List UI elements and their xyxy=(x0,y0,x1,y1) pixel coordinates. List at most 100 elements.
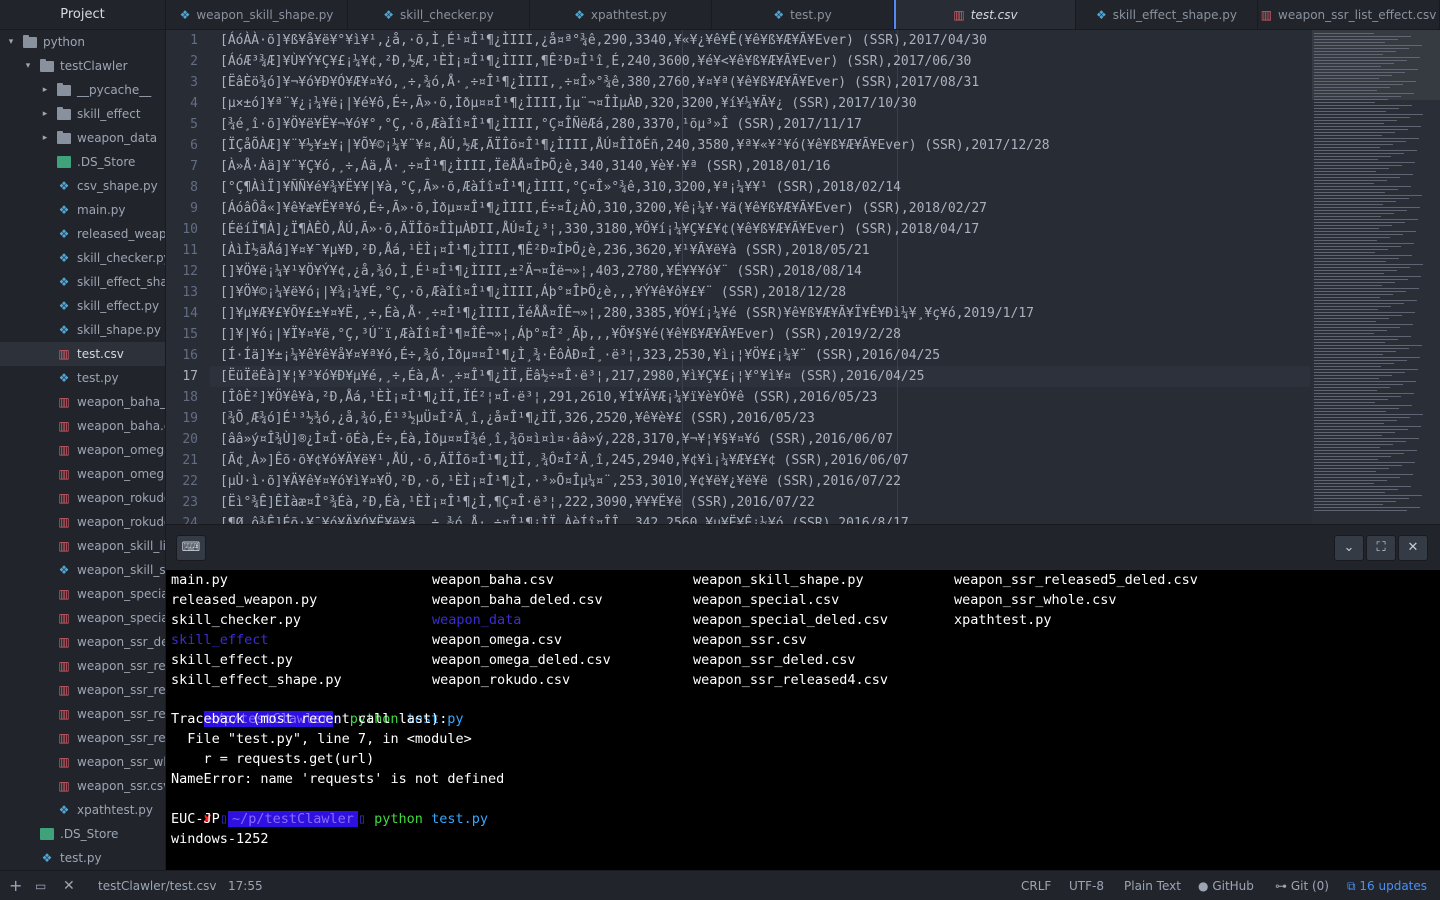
chevron-down-icon[interactable]: ▾ xyxy=(6,30,16,54)
code-line[interactable]: [¾Õ¸Æ¾ó]É¹³½¾ó,¿å,¾ó,É¹³½µÜ¤Î²Ä¸î,¿å¤Î¹¶… xyxy=(220,408,815,429)
code-line[interactable]: []¥Ö¥©¡¼¥ë¥ó¡|¥¾¡¼¥É,°Ç,·õ,ÆàÍî¤Î¹¶¿ÌIII… xyxy=(220,282,846,303)
tree-item-label: main.py xyxy=(77,203,126,217)
terminal[interactable]: main.py weapon_baha.csv weapon_skill_shape… xyxy=(166,570,1440,870)
tab-weapon-skill-shape-py[interactable]: ❖ weapon_skill_shape.py xyxy=(166,0,348,29)
tree-file[interactable]: ▥ weapon_ssr.csv xyxy=(0,774,165,798)
tree-file[interactable]: ❖ xpathtest.py xyxy=(0,798,165,822)
code-line[interactable]: [Í·Íä]¥±¡¼¥ê¥ê¥å¥¤¥ª¥ó,É÷,¾ó,Ìðµ¤¤Î¹¶¿Ì¸… xyxy=(220,345,940,366)
code-line[interactable]: [ÏÇåÕÀÆ]¥¨¥½¥±¥¡|¥Õ¥©¡¼¥¨¥¤,ÅÚ,½Æ,ÃÏÎõ¤Î… xyxy=(220,135,1050,156)
tree-file[interactable]: ❖ skill_shape.py xyxy=(0,318,165,342)
tree-file[interactable]: ▥ weapon_ssr_whole.csv xyxy=(0,750,165,774)
tab-test-py[interactable]: ❖ test.py xyxy=(712,0,894,29)
tree-file[interactable]: ▥ weapon_ssr_released.csv xyxy=(0,726,165,750)
tab-skill-effect-shape-py[interactable]: ❖ skill_effect_shape.py xyxy=(1076,0,1258,29)
code-line[interactable]: [Ã¢¸À»]Êõ·õ¥¢¥ó¥Ä¥ë¥¹,ÅÚ,·õ,ÃÏÎõ¤Î¹¶¿ÌÏ,… xyxy=(220,450,909,471)
tree-file[interactable]: ▥ weapon_special.csv xyxy=(0,606,165,630)
code-line[interactable]: [ËâÈö¾ó]¥¬¥ó¥Ð¥Ó¥Æ¥¤¥ó,¸÷,¾ó,Å·¸÷¤Î¹¶¿ÌI… xyxy=(220,72,979,93)
keyboard-icon[interactable]: ⌨ xyxy=(176,535,206,561)
file-path[interactable]: testClawler/test.csv xyxy=(98,871,216,900)
tab-xpathtest-py[interactable]: ❖ xpathtest.py xyxy=(530,0,712,29)
code-line[interactable]: [Ëì°¾Ê]ÊÌàæ¤Î°¾Éà,²Ð,Éà,¹ÈÌ¡¤Î¹¶¿Ì,¶Ç¤Î·… xyxy=(220,492,815,513)
tree-file[interactable]: ▥ weapon_rokudo_deled.csv xyxy=(0,486,165,510)
code-line[interactable]: []¥µ¥Æ¥£¥Õ¥£±¥¤¥Ë,¸÷,Éà,Å·¸÷¤Î¹¶¿ÌIII,Ïé… xyxy=(220,303,1034,324)
tree-folder[interactable]: ▸ __pycache__ xyxy=(0,78,165,102)
code-line[interactable]: [ÁóÆ³¾Æ]¥Ù¥Ý¥Ç¥£¡¼¥¢,²Ð,½Æ,¹ÈÌ¡¤Î¹¶¿ÌIII… xyxy=(220,51,971,72)
tree-file[interactable]: ▥ weapon_ssr_deled.csv xyxy=(0,630,165,654)
code-line[interactable]: [ÁóÀÀ·õ]¥ß¥å¥ë¥°¥ì¥¹,¿å,·õ,Ì¸É¹¤Î¹¶¿ÌIII… xyxy=(220,30,987,51)
tree-file[interactable]: ❖ skill_effect.py xyxy=(0,294,165,318)
tree-file[interactable]: .DS_Store xyxy=(0,150,165,174)
tab-test-csv[interactable]: ▥ test.csv xyxy=(894,0,1076,29)
chevron-down-icon[interactable]: ▾ xyxy=(23,54,33,78)
code-line[interactable]: [ÁóâÔå«]¥ê¥æ¥Ë¥ª¥ó,É÷,Ã»·õ,Ìðµ¤¤Î¹¶¿ÌIII… xyxy=(220,198,987,219)
tree-file[interactable]: ❖ test.py xyxy=(0,846,165,870)
code-line[interactable]: [ËüÏëÊà]¥¦¥³¥ó¥Ð¥µ¥é,¸÷,Éà,Å·¸÷¤Î¹¶¿ÌÏ,Ë… xyxy=(220,366,924,387)
tree-file[interactable]: ▥ weapon_baha_deled.csv xyxy=(0,390,165,414)
tree-view-title: Project xyxy=(0,0,165,30)
terminal-icon[interactable]: ▭ xyxy=(35,871,46,900)
code-line[interactable]: [¶Ø¸ô¾Ê]Éõ·¥¯¥ó¥Ä¥Ó¥Ë¥ë¥ä,¸÷,¾ó,Å·¸÷¤Î¹¶… xyxy=(220,513,909,524)
line-ending-selector[interactable]: CRLF xyxy=(1021,871,1051,900)
ls-entry: main.py xyxy=(171,572,228,588)
tab-skill-checker-py[interactable]: ❖ skill_checker.py xyxy=(348,0,530,29)
updates-button[interactable]: ⧉ 16 updates xyxy=(1347,871,1427,900)
tree-file[interactable]: ▥ weapon_special_deled.csv xyxy=(0,582,165,606)
tree-file[interactable]: ❖ main.py xyxy=(0,198,165,222)
code-line[interactable]: [¾é¸î·õ]¥Ö¥ë¥Ë¥¬¥ó¥°,°Ç,·õ,ÆàÍî¤Î¹¶¿ÌIII… xyxy=(220,114,862,135)
text-editor[interactable]: 1 2 3 4 5 6 7 8 9 10 11 12 13 14 15 16 17 18 19 20 21 22 23 24 … xyxy=(166,30,1440,524)
close-icon[interactable]: ✕ xyxy=(1398,535,1428,561)
tree-file[interactable]: ▥ weapon_ssr_released5.csv xyxy=(0,702,165,726)
code-line[interactable]: [ÀìÌ½äÅá]¥¤¥¯¥µ¥Ð,²Ð,Åá,¹ÈÌ¡¤Î¹¶¿ÌIII,¶Ê… xyxy=(220,240,870,261)
tree-file[interactable]: ▥ weapon_baha.csv xyxy=(0,414,165,438)
chevron-right-icon[interactable]: ▸ xyxy=(40,102,50,126)
python-file-icon: ❖ xyxy=(58,227,70,241)
code-line[interactable]: [À»Å·Àä]¥¨¥Ç¥ó,¸÷,Áä,Å·¸÷¤Î¹¶¿ÌIII,ÏëÅÅ¤… xyxy=(220,156,830,177)
tree-file[interactable]: ❖ released_weapon.py xyxy=(0,222,165,246)
minimap-line xyxy=(1314,504,1383,505)
maximize-icon[interactable]: ⛶ xyxy=(1366,535,1396,561)
tree-file[interactable]: ❖ skill_effect_shape.py xyxy=(0,270,165,294)
minimap[interactable] xyxy=(1312,30,1440,524)
tree-file[interactable]: ▥ weapon_ssr_released5_deled.csv xyxy=(0,678,165,702)
tab-label: weapon_ssr_list_effect.csv xyxy=(1278,8,1437,22)
tree-file[interactable]: ▥ weapon_rokudo.csv xyxy=(0,510,165,534)
tree-file[interactable]: ▥ weapon_omega_deled.csv xyxy=(0,438,165,462)
encoding-selector[interactable]: UTF-8 xyxy=(1069,871,1104,900)
tree-file[interactable]: ❖ test.py xyxy=(0,366,165,390)
tree-file[interactable]: ▥ weapon_ssr_released4.csv xyxy=(0,654,165,678)
grammar-selector[interactable]: Plain Text xyxy=(1124,871,1181,900)
tree-file[interactable]: ❖ skill_checker.py xyxy=(0,246,165,270)
minimap-line xyxy=(1314,393,1414,394)
code-line[interactable]: [°Ç¶ÀìÏ]¥ÑÑ¥é¥¾¥Ë¥¥|¥à,°Ç,Ã»·õ,ÆàÍî¤Î¹¶¿… xyxy=(220,177,901,198)
tree-file[interactable]: ▥ weapon_skill_list.csv xyxy=(0,534,165,558)
code-line[interactable]: [ÉëíÏ¶À]¿Ï¶ÀÊÒ,ÅÚ,Ã»·õ,ÃÏÎõ¤ÎÌµÀÐII,ÅÚ¤Î… xyxy=(220,219,979,240)
prompt-line[interactable]: ~/p/testClawler▯ xyxy=(171,849,342,869)
github-button[interactable]: ● GitHub xyxy=(1198,871,1254,900)
cursor-position[interactable]: 17:55 xyxy=(228,871,263,900)
chevron-right-icon[interactable]: ▸ xyxy=(40,126,50,150)
tree-file[interactable]: ▥ test.csv xyxy=(0,342,165,366)
minimap-line xyxy=(1314,408,1399,409)
tree-folder[interactable]: ▾ python xyxy=(0,30,165,54)
close-terminal-icon[interactable]: ✕ xyxy=(63,871,75,900)
code-line[interactable]: [ââ»ý¤Î¾Ù]®¿Ì¤Î·õÉà,É÷,Éà,Ìðµ¤¤Î¾é¸î,¾õ¤… xyxy=(220,429,893,450)
code-line[interactable]: [µÙ·ì·õ]¥Ä¥ê¥¤¥ó¥ì¥¤¥Ö,²Ð,·õ,¹ÈÌ¡¤Î¹¶¿Ì,… xyxy=(220,471,901,492)
code-line[interactable]: []¥|¥ó¡|¥Ï¥¤¥ë,°Ç,³Ú¨ï,ÆàÍî¤Î¹¶¤ÎÊ¬»¦,Áþ… xyxy=(220,324,901,345)
add-icon[interactable]: + xyxy=(9,871,22,900)
chevron-down-icon[interactable]: ⌄ xyxy=(1334,535,1364,561)
tree-folder[interactable]: ▸ skill_effect xyxy=(0,102,165,126)
chevron-right-icon[interactable]: ▸ xyxy=(40,78,50,102)
tree-folder[interactable]: ▸ weapon_data xyxy=(0,126,165,150)
code-line[interactable]: [µ×±ó]¥ª¨¥¿¡¼¥ë¡|¥é¥ô,É÷,Ã»·õ,Ìðµ¤¤Î¹¶¿Ì… xyxy=(220,93,917,114)
code-line[interactable]: []¥Ö¥ë¡¼¥¹¥Ö¥Ý¥¢,¿å,¾ó,Ì¸É¹¤Î¹¶¿ÌIII,±²Ä… xyxy=(220,261,862,282)
git-button[interactable]: ⊶ Git (0) xyxy=(1275,871,1329,900)
tree-folder[interactable]: ▾ testClawler xyxy=(0,54,165,78)
tree-file[interactable]: .DS_Store xyxy=(0,822,165,846)
tree-file[interactable]: ❖ csv_shape.py xyxy=(0,174,165,198)
code-line[interactable]: [ÎôÈ²]¥Ö¥ê¥à,²Ð,Åá,¹ÈÌ¡¤Î¹¶¿ÌÏ,ÏÉ²¦¤Î·ë³… xyxy=(220,387,877,408)
tree-file[interactable]: ❖ weapon_skill_shape.py xyxy=(0,558,165,582)
tab-weapon-ssr-list-effect-csv[interactable]: ▥ weapon_ssr_list_effect.csv xyxy=(1258,0,1440,29)
tree-file[interactable]: ▥ weapon_omega.csv xyxy=(0,462,165,486)
minimap-line xyxy=(1314,180,1387,181)
minimap-line xyxy=(1314,192,1385,193)
